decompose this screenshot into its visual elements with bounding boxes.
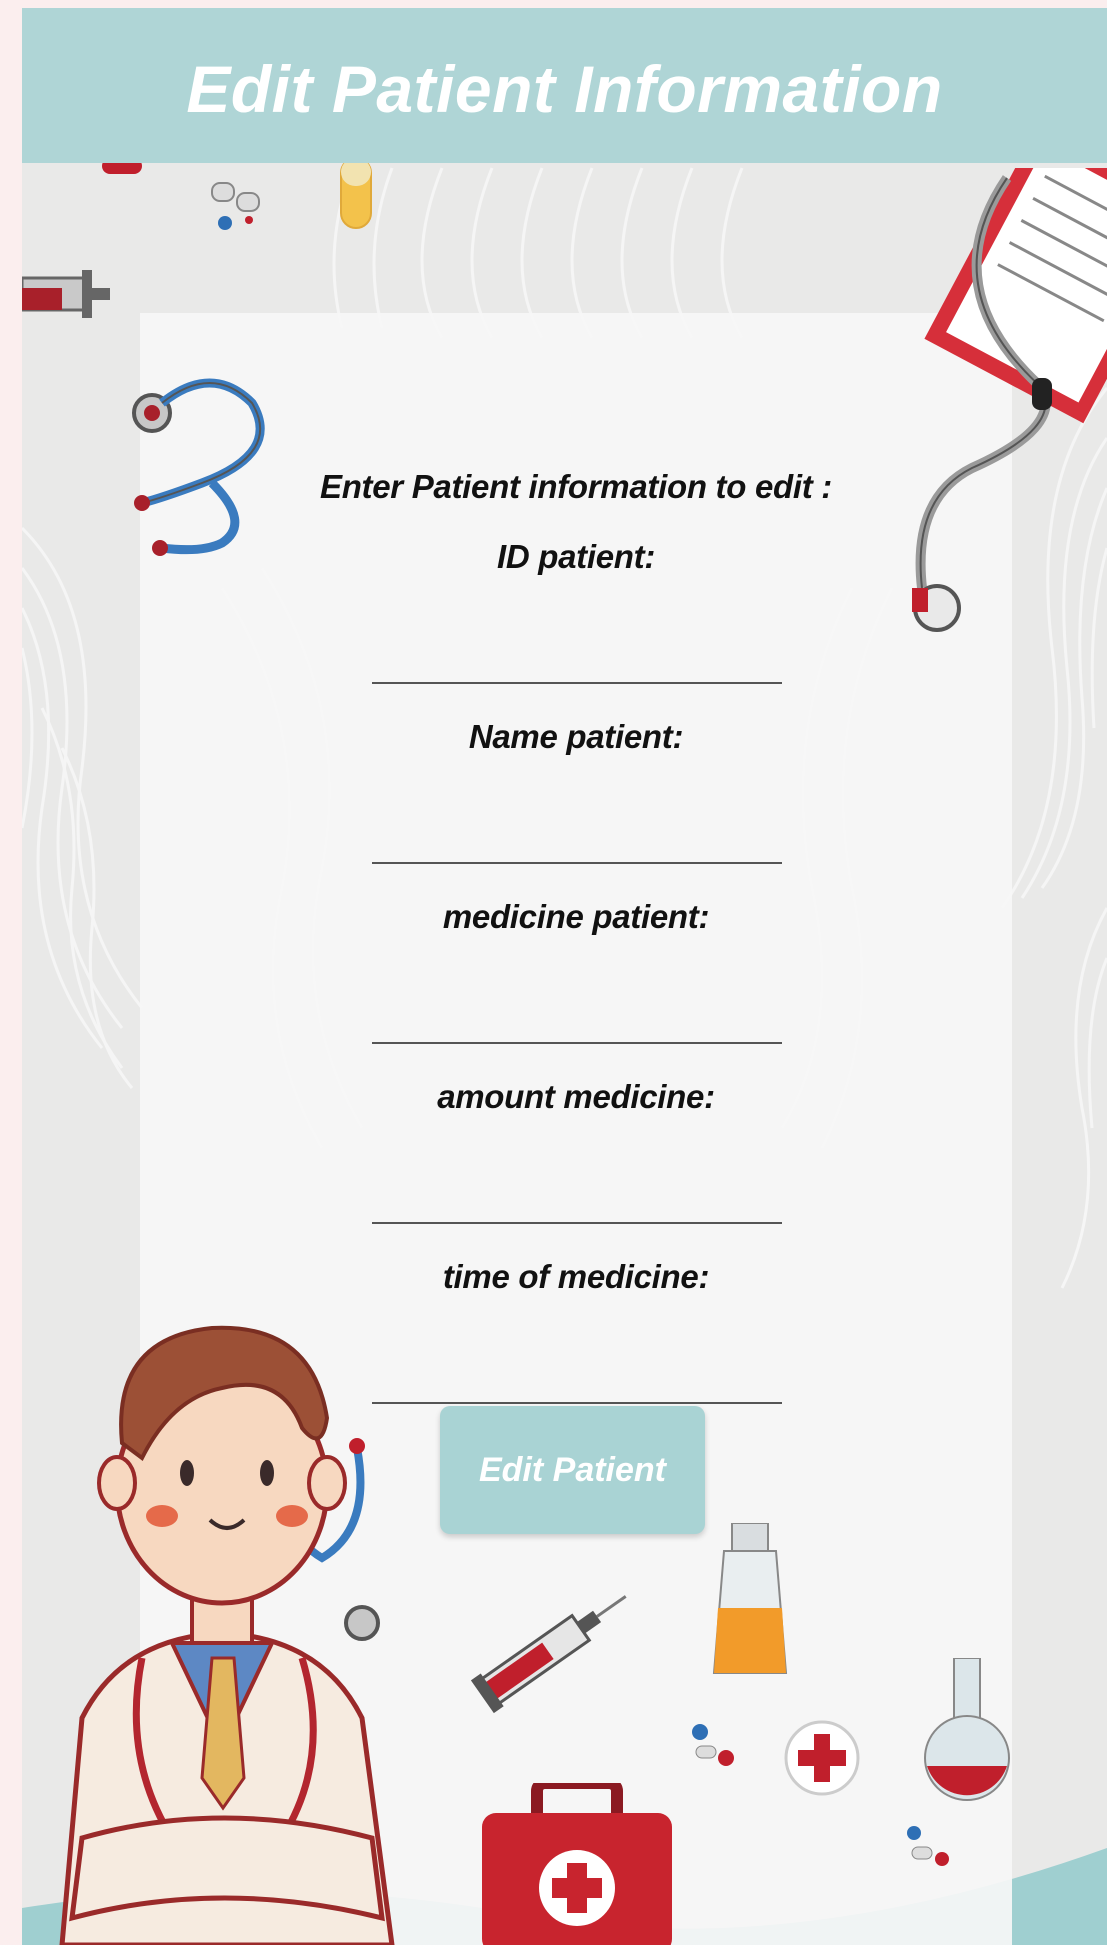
- amount-medicine-input[interactable]: [372, 1178, 782, 1224]
- name-patient-input[interactable]: [372, 818, 782, 864]
- flask-icon: [924, 1658, 1010, 1801]
- pills-icon: [692, 1724, 734, 1766]
- pills-icon: [211, 182, 260, 230]
- syringe-icon: [22, 270, 110, 318]
- id-patient-label: ID patient:: [496, 538, 656, 575]
- name-patient-label: Name patient:: [468, 718, 684, 755]
- stethoscope-icon: [132, 378, 265, 556]
- syringe-icon: [470, 1595, 627, 1714]
- amount-medicine-label: amount medicine:: [437, 1078, 715, 1115]
- edit-patient-button[interactable]: Edit Patient: [440, 1406, 705, 1534]
- medicine-bottle-icon: [712, 1523, 788, 1674]
- doctor-illustration: [59, 1325, 395, 1945]
- app-bar: Edit Patient Information: [22, 8, 1107, 163]
- app-screen: Edit Patient Information Enter Patient i…: [22, 8, 1107, 1945]
- medicine-patient-input[interactable]: [372, 998, 782, 1044]
- time-of-medicine-input[interactable]: [372, 1358, 782, 1404]
- medicine-patient-label: medicine patient:: [442, 898, 710, 935]
- plus-icon: [784, 1720, 860, 1796]
- time-of-medicine-label: time of medicine:: [442, 1258, 710, 1295]
- first-aid-kit-icon: [482, 1783, 672, 1945]
- capsule-icon: [340, 158, 372, 229]
- form-heading: Enter Patient information to edit :: [319, 468, 832, 505]
- page-title: Edit Patient Information: [186, 51, 943, 126]
- pills-icon: [907, 1826, 949, 1866]
- id-patient-input[interactable]: [372, 638, 782, 684]
